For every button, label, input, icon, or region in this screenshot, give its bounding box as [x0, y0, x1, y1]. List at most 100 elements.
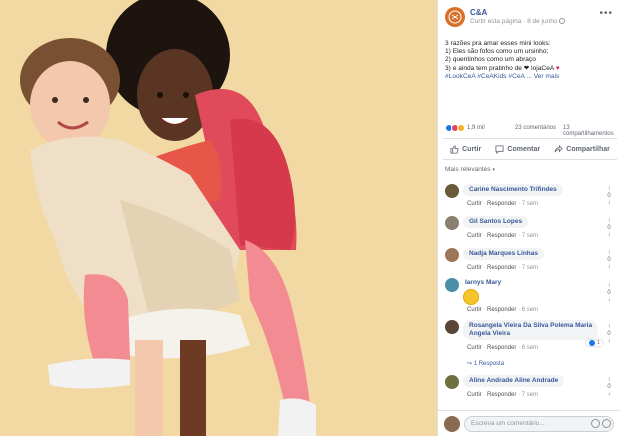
comment-actions: Curtir · Responder · 6 sem	[467, 307, 539, 313]
upvote-icon[interactable]: ↑	[608, 186, 611, 192]
commenter-name[interactable]: Gil Santos Lopes	[469, 218, 522, 225]
post-line-3: 2) quentinhos como um abraço	[445, 56, 536, 64]
downvote-icon[interactable]: ↓	[608, 297, 611, 303]
heart-emoji-icon: ♥	[555, 64, 560, 72]
comment-reply-link[interactable]: Responder	[487, 307, 516, 313]
comment-reply-link[interactable]: Responder	[487, 345, 516, 351]
comment-input-placeholder: Escreva um comentário...	[471, 420, 545, 427]
avatar[interactable]	[445, 320, 459, 334]
post-stats: 1,9 mil 23 comentários 13 compartilhamen…	[445, 124, 615, 137]
upvote-icon[interactable]: ↑	[608, 283, 611, 289]
comment-reaction-count: 1	[597, 340, 601, 346]
post-photo[interactable]	[0, 0, 437, 436]
like-button[interactable]: Curtir	[450, 144, 482, 154]
emoji-picker-icon[interactable]	[591, 419, 600, 428]
downvote-icon[interactable]: ↓	[608, 338, 611, 344]
chevron-down-icon: ▾	[492, 167, 495, 173]
post-line-2: 1) Eles são fofos como um ursinho;	[445, 48, 549, 56]
post-line-4-text: 3) e ainda tem pratinho de ❤ lojaCeA	[445, 64, 554, 72]
avatar[interactable]	[445, 216, 459, 230]
commenter-name[interactable]: Nadja Marques Linhas	[469, 250, 538, 257]
commenter-name[interactable]: Rosangela Vieira Da Silva Polema Maria	[469, 322, 592, 329]
downvote-icon[interactable]: ↓	[608, 200, 611, 206]
ca-logo-icon	[448, 10, 462, 24]
avatar[interactable]	[445, 248, 459, 262]
share-count[interactable]: 13 compartilhamentos	[563, 125, 615, 137]
avatar[interactable]	[444, 416, 460, 432]
comment-reply-link[interactable]: Responder	[487, 265, 516, 271]
comment-bubble: Rosangela Vieira Da Silva Polema Maria A…	[463, 320, 599, 340]
downvote-icon[interactable]: ↓	[608, 264, 611, 270]
post-meta: Curtir esta página · 8 de junho	[470, 18, 566, 25]
vote-count: 0	[607, 331, 611, 337]
comment-like-link[interactable]: Curtir	[467, 265, 482, 271]
comment-reply-link[interactable]: Responder	[487, 233, 516, 239]
comment-time: 7 sem	[521, 233, 539, 239]
page-avatar[interactable]	[445, 7, 465, 27]
like-label: Curtir	[462, 145, 482, 153]
comment-time: 6 sem	[521, 307, 539, 313]
comment-bubble: Gil Santos Lopes	[463, 216, 529, 228]
comment-count[interactable]: 23 comentários	[515, 125, 556, 131]
commenter-name-cont[interactable]: Angela Vieira	[469, 330, 510, 337]
vote-count: 0	[607, 384, 611, 390]
comment-actions: Curtir · Responder · 7 sem	[467, 392, 539, 398]
upvote-icon[interactable]: ↑	[608, 377, 611, 383]
comment-like-link[interactable]: Curtir	[467, 201, 482, 207]
thumbs-up-icon	[450, 144, 459, 154]
vote-control[interactable]: ↑ 0 ↓	[605, 324, 613, 345]
downvote-icon[interactable]: ↓	[608, 232, 611, 238]
comment-filter[interactable]: Mais relevantes ▾	[445, 166, 495, 173]
comment-like-link[interactable]: Curtir	[467, 345, 482, 351]
avatar[interactable]	[445, 375, 459, 389]
post-hashtags[interactable]: #LookCeA #CeAKids #CeA ... Ver mais	[445, 73, 617, 81]
comment-composer: Escreva um comentário...	[438, 410, 620, 436]
post-line-1: 3 razões pra amar esses mini looks:	[445, 40, 551, 47]
comment-time: 7 sem	[521, 201, 539, 207]
vote-count: 0	[607, 193, 611, 199]
comment-reaction-chip[interactable]: 1	[586, 340, 604, 346]
vote-control[interactable]: ↑ 0 ↓	[605, 283, 613, 304]
share-button[interactable]: Compartilhar	[554, 144, 610, 154]
comment-filter-label: Mais relevantes	[445, 166, 491, 173]
view-replies-link[interactable]: ↪ 1 Resposta	[467, 360, 504, 367]
comment-actions: Curtir · Responder · 7 sem	[467, 201, 539, 207]
commenter-name[interactable]: Aline Andrade Aline Andrade	[469, 377, 558, 384]
post-meta-text: Curtir esta página · 8 de junho	[470, 18, 558, 25]
comment-like-link[interactable]: Curtir	[467, 307, 482, 313]
upvote-icon[interactable]: ↑	[608, 218, 611, 224]
photo-illustration	[0, 0, 437, 436]
page-name[interactable]: C&A	[470, 8, 487, 17]
more-options-icon[interactable]: •••	[599, 8, 613, 19]
vote-control[interactable]: ↑ 0 ↓	[605, 218, 613, 239]
share-icon	[554, 144, 563, 152]
camera-icon[interactable]	[602, 419, 611, 428]
comment-like-link[interactable]: Curtir	[467, 233, 482, 239]
haha-reaction-icon	[457, 124, 465, 132]
vote-control[interactable]: ↑ 0 ↓	[605, 186, 613, 207]
post-text: 3 razões pra amar esses mini looks: 1) E…	[445, 40, 617, 81]
comment-reply-link[interactable]: Responder	[487, 201, 516, 207]
replies-count: 1 Resposta	[473, 361, 505, 367]
vote-count: 0	[607, 290, 611, 296]
comment-body: Iarnys Mary	[465, 279, 501, 286]
post-line-4: 3) e ainda tem pratinho de ❤ lojaCeA ♥	[445, 65, 617, 73]
avatar[interactable]	[445, 184, 459, 198]
vote-count: 0	[607, 257, 611, 263]
reaction-count: 1,9 mil	[467, 125, 485, 131]
avatar[interactable]	[445, 278, 459, 292]
commenter-name[interactable]: Iarnys Mary	[465, 279, 501, 286]
comment-like-link[interactable]: Curtir	[467, 392, 482, 398]
upvote-icon[interactable]: ↑	[608, 250, 611, 256]
comment-reply-link[interactable]: Responder	[487, 392, 516, 398]
comment-button[interactable]: Comentar	[495, 144, 541, 154]
comment-label: Comentar	[507, 145, 541, 153]
commenter-name[interactable]: Carine Nascimento Trifindes	[469, 186, 557, 193]
vote-control[interactable]: ↑ 0 ↓	[605, 250, 613, 271]
downvote-icon[interactable]: ↓	[608, 391, 611, 397]
vote-control[interactable]: ↑ 0 ↓	[605, 377, 613, 398]
comment-time: 7 sem	[521, 392, 539, 398]
reactions-summary[interactable]: 1,9 mil	[445, 124, 485, 132]
upvote-icon[interactable]: ↑	[608, 324, 611, 330]
grinning-emoji-icon	[463, 289, 479, 305]
